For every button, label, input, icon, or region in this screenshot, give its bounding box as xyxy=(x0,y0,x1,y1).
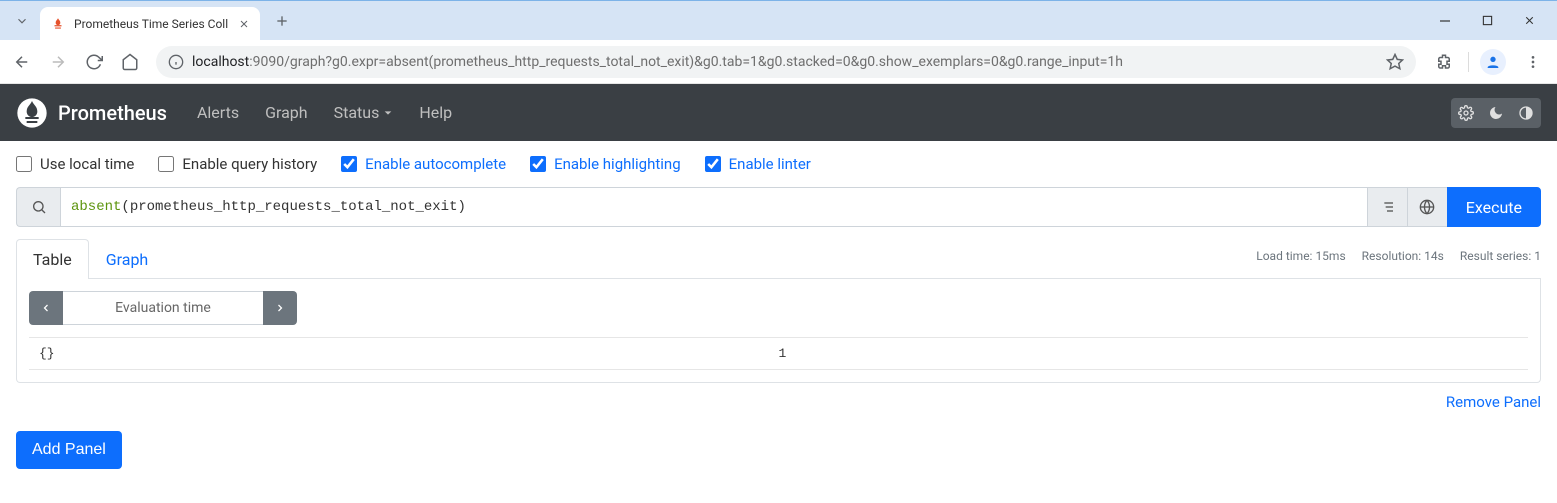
opt-label: Use local time xyxy=(40,155,134,173)
remove-panel-link[interactable]: Remove Panel xyxy=(1446,393,1541,411)
opt-label: Enable query history xyxy=(182,155,317,173)
browser-tab-title: Prometheus Time Series Coll xyxy=(74,17,230,31)
remove-panel-row: Remove Panel xyxy=(16,393,1541,411)
meta-series: Result series: 1 xyxy=(1460,249,1541,263)
prometheus-favicon-icon xyxy=(50,16,66,32)
result-value: 1 xyxy=(779,346,1519,361)
chevron-left-icon xyxy=(40,302,52,314)
panel-body: Evaluation time {} 1 xyxy=(16,279,1541,383)
theme-controls xyxy=(1451,98,1541,128)
meta-load-time: Load time: 15ms xyxy=(1256,249,1345,263)
checkbox-local-time[interactable] xyxy=(16,156,32,172)
tab-graph[interactable]: Graph xyxy=(89,239,166,279)
checkbox-query-history[interactable] xyxy=(158,156,174,172)
table-row: {} 1 xyxy=(29,338,1528,369)
maximize-button[interactable] xyxy=(1473,7,1501,35)
opt-label: Enable highlighting xyxy=(554,155,681,173)
result-labels: {} xyxy=(39,346,779,361)
minimize-button[interactable] xyxy=(1431,7,1459,35)
add-panel-row: Add Panel xyxy=(16,431,1541,469)
page-content: Use local time Enable query history Enab… xyxy=(0,141,1557,483)
toggle-theme-button[interactable] xyxy=(1511,98,1541,128)
checkbox-autocomplete[interactable] xyxy=(341,156,357,172)
contrast-icon xyxy=(1518,105,1534,121)
tab-search-caret[interactable] xyxy=(10,9,34,33)
eval-time-prev[interactable] xyxy=(29,291,63,325)
prometheus-logo-icon xyxy=(16,97,48,129)
meta-resolution: Resolution: 14s xyxy=(1362,249,1444,263)
query-metric: prometheus_http_requests_total_not_exit xyxy=(130,199,458,215)
opt-linter[interactable]: Enable linter xyxy=(705,155,811,173)
add-panel-button[interactable]: Add Panel xyxy=(16,431,122,469)
forward-button[interactable] xyxy=(44,48,72,76)
checkbox-linter[interactable] xyxy=(705,156,721,172)
eval-time-next[interactable] xyxy=(263,291,297,325)
back-button[interactable] xyxy=(8,48,36,76)
opt-query-history[interactable]: Enable query history xyxy=(158,155,317,173)
opt-local-time[interactable]: Use local time xyxy=(16,155,134,173)
paren-open: ( xyxy=(121,199,129,215)
site-info-icon[interactable] xyxy=(168,54,184,70)
settings-button[interactable] xyxy=(1451,98,1481,128)
chevron-down-icon xyxy=(383,108,393,118)
evaluation-time-control: Evaluation time xyxy=(29,291,1528,325)
query-function: absent xyxy=(71,199,121,215)
eval-time-input[interactable]: Evaluation time xyxy=(63,291,263,325)
toolbar-divider xyxy=(1468,52,1469,72)
tab-table[interactable]: Table xyxy=(16,239,89,279)
search-icon xyxy=(31,199,47,215)
metrics-explorer-button[interactable] xyxy=(1407,187,1447,227)
result-table: {} 1 xyxy=(29,337,1528,370)
paren-close: ) xyxy=(457,199,465,215)
nav-help[interactable]: Help xyxy=(419,103,452,122)
opt-label: Enable autocomplete xyxy=(365,155,506,173)
bookmark-star-icon[interactable] xyxy=(1386,53,1404,71)
reload-button[interactable] xyxy=(80,48,108,76)
close-icon[interactable] xyxy=(238,18,250,30)
home-button[interactable] xyxy=(116,48,144,76)
dark-theme-button[interactable] xyxy=(1481,98,1511,128)
format-expression-button[interactable] xyxy=(1367,187,1407,227)
checkbox-highlighting[interactable] xyxy=(530,156,546,172)
browser-tab[interactable]: Prometheus Time Series Coll xyxy=(40,7,260,41)
avatar-icon xyxy=(1480,49,1506,75)
globe-icon xyxy=(1419,199,1435,215)
gear-icon xyxy=(1458,105,1474,121)
url-text: localhost:9090/graph?g0.expr=absent(prom… xyxy=(192,54,1378,70)
prometheus-nav: Prometheus Alerts Graph Status Help xyxy=(0,84,1557,141)
address-bar[interactable]: localhost:9090/graph?g0.expr=absent(prom… xyxy=(156,46,1416,78)
browser-toolbar: localhost:9090/graph?g0.expr=absent(prom… xyxy=(0,40,1557,84)
expression-search-icon[interactable] xyxy=(16,187,60,227)
nav-graph[interactable]: Graph xyxy=(265,103,308,122)
nav-alerts[interactable]: Alerts xyxy=(197,103,239,122)
browser-tab-strip: Prometheus Time Series Coll xyxy=(0,0,1557,40)
result-tabs: Table Graph Load time: 15ms Resolution: … xyxy=(16,239,1541,279)
close-window-button[interactable] xyxy=(1515,7,1543,35)
query-row: absent(prometheus_http_requests_total_no… xyxy=(16,187,1541,227)
format-list-icon xyxy=(1379,199,1395,215)
nav-status-label: Status xyxy=(334,103,380,122)
extensions-button[interactable] xyxy=(1428,46,1460,78)
opt-label: Enable linter xyxy=(729,155,811,173)
new-tab-button[interactable] xyxy=(268,7,296,35)
browser-menu-button[interactable] xyxy=(1517,46,1549,78)
execute-button[interactable]: Execute xyxy=(1447,187,1541,227)
opt-highlighting[interactable]: Enable highlighting xyxy=(530,155,681,173)
nav-status[interactable]: Status xyxy=(334,103,394,122)
chevron-right-icon xyxy=(274,302,286,314)
options-row: Use local time Enable query history Enab… xyxy=(16,155,1541,173)
brand-title[interactable]: Prometheus xyxy=(58,101,167,125)
expression-input[interactable]: absent(prometheus_http_requests_total_no… xyxy=(60,187,1367,227)
profile-button[interactable] xyxy=(1477,46,1509,78)
moon-icon xyxy=(1488,105,1504,121)
opt-autocomplete[interactable]: Enable autocomplete xyxy=(341,155,506,173)
window-controls xyxy=(1431,7,1553,35)
result-meta: Load time: 15ms Resolution: 14s Result s… xyxy=(1256,249,1541,263)
